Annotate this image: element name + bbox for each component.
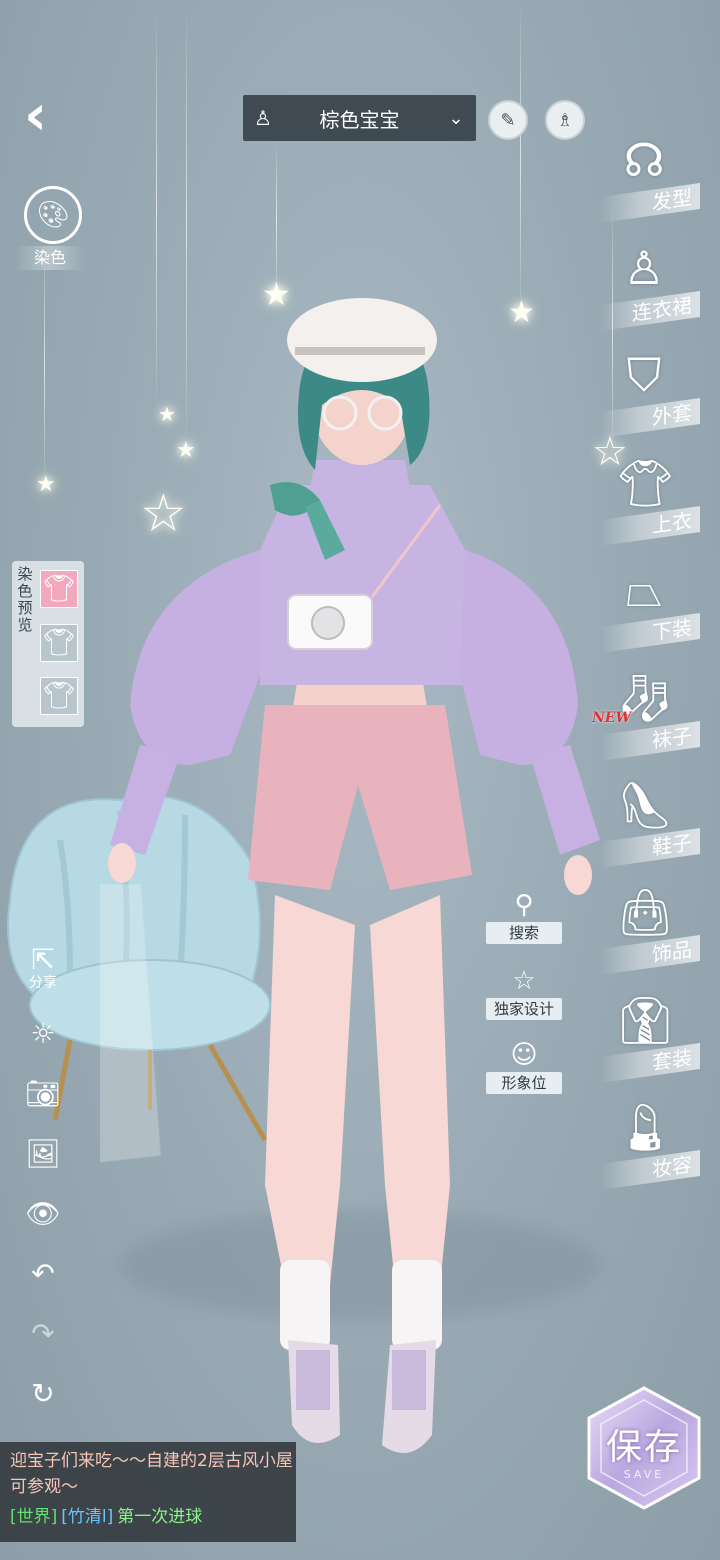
heel-icon: 👠︎ (616, 778, 675, 832)
gallery-button[interactable]: 🖼︎ (22, 1140, 64, 1168)
outfit-selector[interactable]: ♙ 棕色宝宝 ⌄ (243, 95, 476, 141)
coat-icon: ⛉ (626, 348, 662, 402)
outfit-name: 棕色宝宝 (319, 107, 400, 132)
bag-icon: 👜︎ (616, 885, 675, 939)
sun-icon: ☼ (30, 1017, 56, 1050)
chat-message: 第一次进球 (117, 1507, 203, 1527)
share-label: 分享 (29, 975, 57, 991)
category-makeup[interactable]: 💄︎ 妆容 (600, 1097, 720, 1193)
eye-icon: 👁︎ (25, 1197, 61, 1230)
top-icon: 👚︎ (616, 456, 675, 510)
chat-user[interactable]: [竹清l] (61, 1507, 113, 1527)
search-icon: ⚲ (514, 890, 534, 920)
avatar-slot-button[interactable]: ☺ 形象位 (486, 1040, 562, 1094)
shirt-icon: 👕︎ (42, 574, 76, 604)
share-icon: ⇱ (31, 943, 55, 976)
category-label: 饰品 (600, 934, 700, 976)
dye-button[interactable]: 🎨︎ (24, 186, 82, 244)
redo-button[interactable]: ↷ (22, 1320, 64, 1348)
dress-icon: ♙ (623, 241, 665, 295)
category-accessories[interactable]: 👜︎ 饰品 (600, 882, 720, 978)
reset-icon: ↻ (31, 1377, 55, 1410)
category-label: 外套 (600, 397, 700, 439)
category-shoes[interactable]: 👠︎ 鞋子 (600, 775, 720, 871)
hanging-string (44, 240, 45, 490)
visibility-button[interactable]: 👁︎ (22, 1200, 64, 1228)
dye-preview-title: 染色预览 (17, 565, 33, 634)
save-sub-label: SAVE (623, 1468, 665, 1481)
chat-message-text: 迎宝子们来吃～～自建的2层古风小屋可参观～ (10, 1451, 293, 1497)
category-top[interactable]: 👚︎ 上衣 (600, 453, 720, 549)
outfit-dress-button[interactable]: ♗ (545, 100, 585, 140)
settings-button[interactable]: ☼ (22, 1020, 64, 1048)
shirt-icon: 👕︎ (42, 628, 76, 658)
avatar-icon: ☺ (510, 1040, 538, 1070)
suit-icon: 👔︎ (616, 993, 675, 1047)
camera-icon: 📷︎ (25, 1077, 61, 1110)
palette-icon: 🎨︎ (36, 200, 70, 230)
camera-button[interactable]: 📷︎ (22, 1080, 64, 1108)
star-icon: ☆ (512, 966, 536, 996)
exclusive-design-label: 独家设计 (486, 998, 562, 1020)
redo-icon: ↷ (31, 1317, 55, 1350)
dye-label: 染色 (14, 246, 86, 270)
dress-icon: ♗ (556, 109, 574, 131)
category-coat[interactable]: ⛉ 外套 (600, 345, 720, 441)
chat-message-row: [世界] [竹清l] 第一次进球 (10, 1504, 294, 1530)
shirt-icon: 👕︎ (42, 681, 76, 711)
category-suit[interactable]: 👔︎ 套装 (600, 990, 720, 1086)
brush-button[interactable]: ✎ (488, 100, 528, 140)
category-dress[interactable]: ♙ 连衣裙 (600, 238, 720, 334)
undo-button[interactable]: ↶ (22, 1260, 64, 1288)
save-button[interactable]: 保存 SAVE (585, 1386, 703, 1510)
dye-preview-slot[interactable]: 👕︎ (40, 624, 78, 662)
undo-icon: ↶ (31, 1257, 55, 1290)
reset-button[interactable]: ↻ (22, 1380, 64, 1408)
category-label: 连衣裙 (600, 290, 700, 332)
save-label: 保存 (605, 1427, 682, 1468)
search-button[interactable]: ⚲ 搜索 (486, 890, 562, 944)
category-label: 鞋子 (600, 827, 700, 869)
dress-icon: ♙ (254, 106, 272, 130)
category-label: 袜子 (600, 720, 700, 762)
star-decoration: ★ (36, 472, 56, 497)
brush-icon: ✎ (500, 109, 516, 131)
chat-messages: 迎宝子们来吃～～自建的2层古风小屋可参观～ [世界] [竹清l] 第一次进球 (10, 1448, 294, 1530)
chat-channel[interactable]: [世界] (10, 1507, 57, 1527)
category-bottom[interactable]: ⏢ 下装 (600, 560, 720, 656)
search-label: 搜索 (486, 922, 562, 944)
dye-preview-slot[interactable]: 👕︎ (40, 677, 78, 715)
new-badge: NEW (592, 710, 632, 726)
category-label: 发型 (600, 182, 700, 224)
category-label: 妆容 (600, 1149, 700, 1191)
category-label: 套装 (600, 1042, 700, 1084)
avatar-slot-label: 形象位 (486, 1072, 562, 1094)
chevron-down-icon: ⌄ (448, 107, 464, 129)
exclusive-design-button[interactable]: ☆ 独家设计 (486, 966, 562, 1020)
skirt-icon: ⏢ (625, 563, 663, 617)
makeup-icon: 💄︎ (616, 1100, 675, 1154)
hair-icon: ☊ (623, 133, 665, 187)
hanging-string (520, 0, 521, 320)
share-button[interactable]: ⇱ 分享 (22, 943, 64, 991)
back-button[interactable]: ‹ (24, 88, 74, 148)
category-label: 上衣 (600, 505, 700, 547)
character-model[interactable] (100, 285, 600, 1475)
dye-preview-slot[interactable]: 👕︎ (40, 570, 78, 608)
category-label: 下装 (600, 612, 700, 654)
category-hair[interactable]: ☊ 发型 (600, 130, 720, 226)
image-icon: 🖼︎ (25, 1137, 61, 1170)
